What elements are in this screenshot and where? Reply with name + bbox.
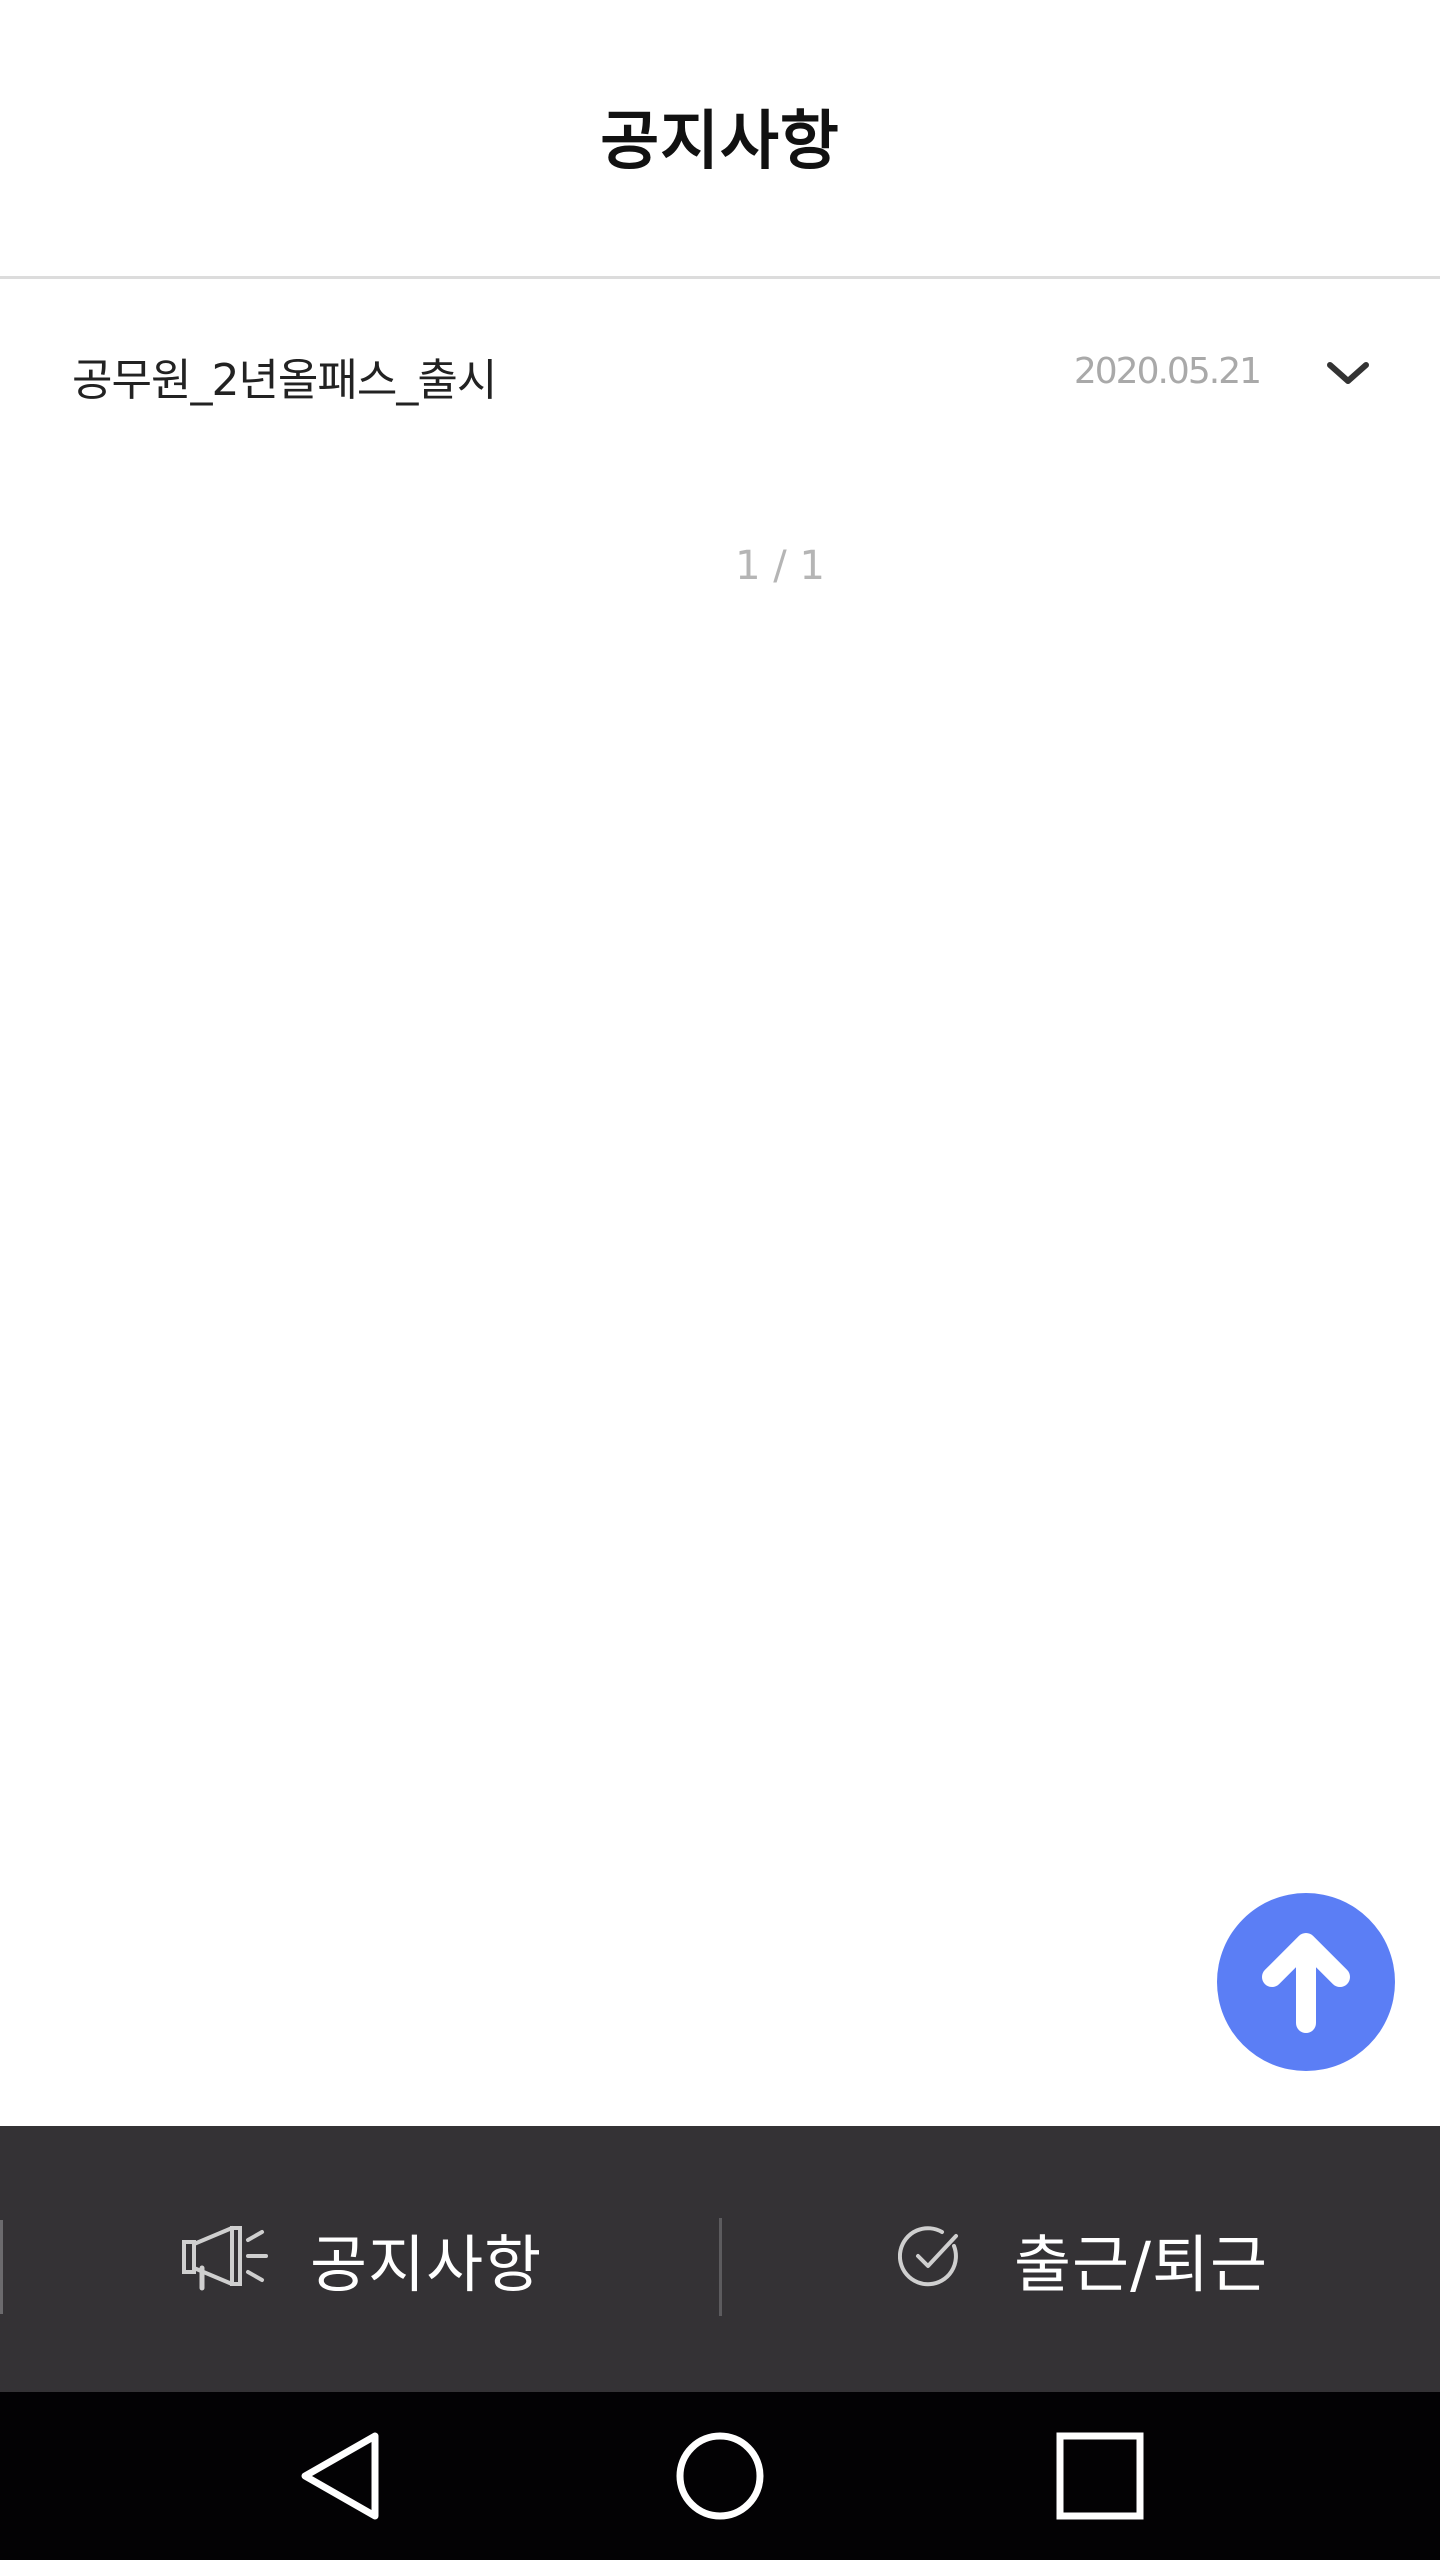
app-header: 공지사항 [0, 0, 1440, 279]
home-button[interactable] [660, 2392, 780, 2560]
notice-date: 2020.05.21 [1073, 351, 1262, 392]
nav-divider [719, 2218, 722, 2316]
nav-item-attendance[interactable]: 출근/퇴근 [897, 2126, 1269, 2392]
nav-item-notice[interactable]: 공지사항 [180, 2126, 542, 2392]
nav-edge-divider [0, 2220, 3, 2314]
pagination-indicator: 1 / 1 [735, 543, 825, 589]
check-circle-icon [897, 2224, 964, 2294]
back-button[interactable] [280, 2392, 400, 2560]
chevron-down-icon[interactable] [1324, 353, 1372, 393]
arrow-up-icon [1262, 1933, 1350, 2033]
scroll-top-button[interactable] [1217, 1893, 1395, 2071]
bottom-nav: 공지사항 출근/퇴근 [0, 2126, 1440, 2392]
megaphone-icon [180, 2222, 272, 2296]
notice-page: 공지사항 공무원_2년올패스_출시 2020.05.21 1 / 1 공지사항 … [0, 0, 1440, 2560]
system-nav-bar [0, 2392, 1440, 2560]
notice-list-item[interactable]: 공무원_2년올패스_출시 2020.05.21 [0, 279, 1440, 469]
recents-icon [1056, 2432, 1144, 2520]
page-title: 공지사항 [600, 105, 840, 179]
nav-label-notice: 공지사항 [310, 2228, 543, 2301]
recents-button[interactable] [1040, 2392, 1160, 2560]
back-icon [301, 2432, 379, 2520]
notice-title: 공무원_2년올패스_출시 [72, 355, 497, 406]
home-icon [676, 2432, 764, 2520]
nav-label-attendance: 출근/퇴근 [1014, 2228, 1269, 2301]
